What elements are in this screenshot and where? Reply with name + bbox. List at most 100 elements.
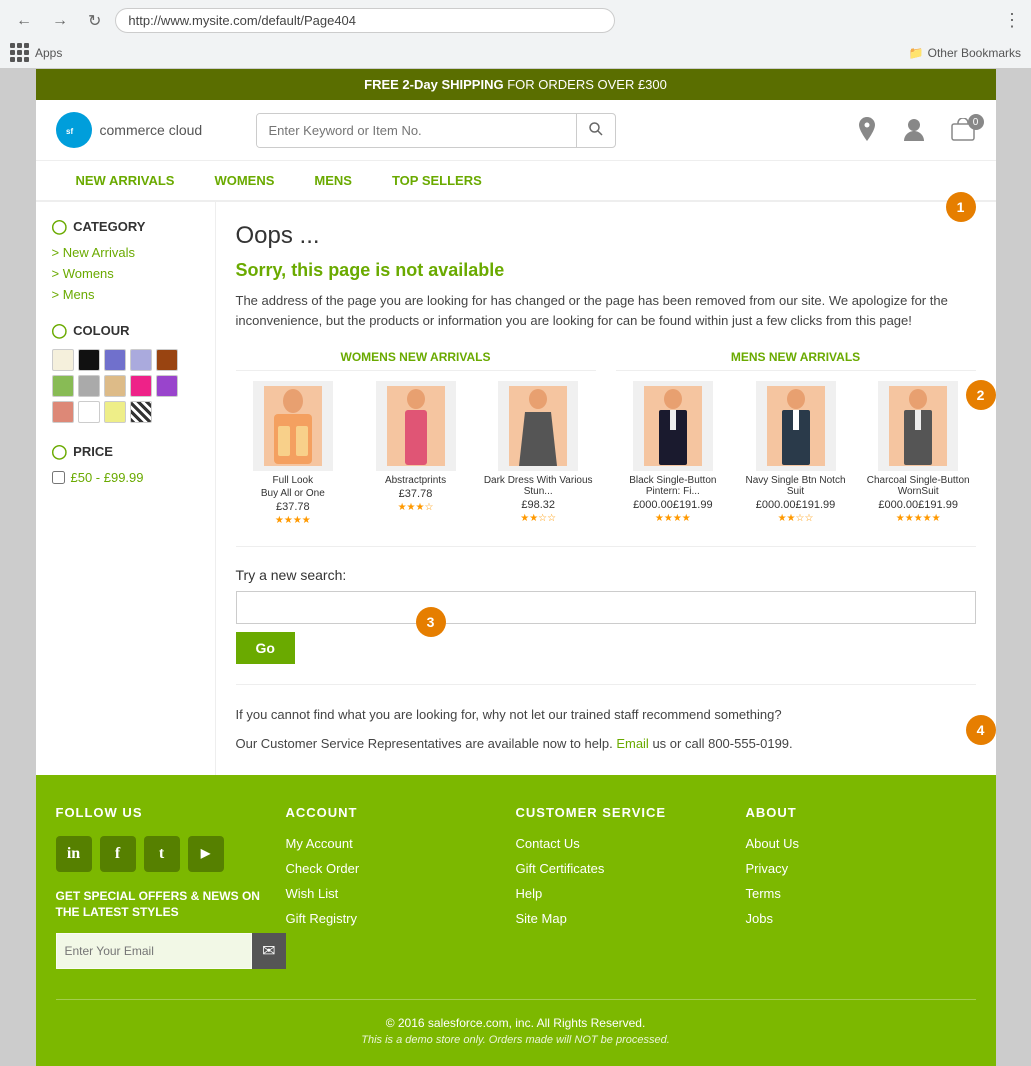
- cart-badge: 0: [968, 114, 984, 130]
- account-icon-button[interactable]: [902, 117, 926, 143]
- product-women-2-img: [376, 381, 456, 471]
- section-divider-1: [236, 546, 976, 547]
- category-icon: ◯: [52, 218, 68, 235]
- annotation-4-wrap: 4: [966, 715, 996, 745]
- product-men-2-stars: ★★☆☆: [738, 513, 853, 524]
- product-men-2[interactable]: Navy Single Btn Notch Suit £000.00£191.9…: [738, 381, 853, 524]
- product-women-1[interactable]: Full Look Buy All or One £37.78 ★★★★: [236, 381, 351, 526]
- product-men-1-img: [633, 381, 713, 471]
- nav-new-arrivals[interactable]: NEW ARRIVALS: [56, 161, 195, 200]
- swatch-green[interactable]: [52, 375, 74, 397]
- nav-mens[interactable]: MENS: [294, 161, 372, 200]
- promo-bold: FREE 2-Day SHIPPING: [364, 77, 503, 92]
- sidebar-link-mens[interactable]: Mens: [52, 287, 199, 302]
- product-men-2-name: Navy Single Btn Notch Suit: [738, 475, 853, 497]
- footer-link-privacy[interactable]: Privacy: [746, 861, 976, 876]
- footer-link-wish-list[interactable]: Wish List: [286, 886, 516, 901]
- footer-follow-title: FOLLOW US: [56, 805, 286, 820]
- product-men-3-img: [878, 381, 958, 471]
- section-divider-2: [236, 684, 976, 685]
- annotation-2: 2: [966, 380, 996, 410]
- swatch-grey[interactable]: [78, 375, 100, 397]
- cs-text-2-post: us or call 800-555-0199.: [652, 736, 792, 751]
- sidebar: ◯ CATEGORY New Arrivals Womens Mens ◯ CO…: [36, 202, 216, 775]
- facebook-icon-button[interactable]: f: [100, 836, 136, 872]
- product-men-3[interactable]: Charcoal Single-Button WornSuit £000.00£…: [861, 381, 976, 524]
- refresh-button[interactable]: ↻: [82, 9, 107, 33]
- swatch-tan[interactable]: [104, 375, 126, 397]
- nav-top-sellers[interactable]: TOP SELLERS: [372, 161, 502, 200]
- address-bar[interactable]: [115, 8, 615, 33]
- swatch-pink[interactable]: [130, 375, 152, 397]
- product-women-2[interactable]: Abstractprints £37.78 ★★★☆: [358, 381, 473, 526]
- products-wrapper: 2 WOMENS NEW ARRIVALS Full Look Bu: [236, 350, 976, 526]
- swatch-purple[interactable]: [156, 375, 178, 397]
- footer-link-gift-certs[interactable]: Gift Certificates: [516, 861, 746, 876]
- other-bookmarks: 📁 Other Bookmarks: [909, 46, 1021, 60]
- colour-section: ◯ COLOUR: [52, 322, 199, 423]
- footer-link-site-map[interactable]: Site Map: [516, 911, 746, 926]
- price-icon: ◯: [52, 443, 68, 460]
- go-button[interactable]: Go: [236, 632, 295, 664]
- newsletter-tagline: GET SPECIAL OFFERS & NEWS ON THE LATEST …: [56, 888, 286, 922]
- browser-menu-button[interactable]: ⋮: [1003, 10, 1021, 31]
- promo-text: FOR ORDERS OVER £300: [507, 77, 667, 92]
- footer-link-check-order[interactable]: Check Order: [286, 861, 516, 876]
- email-signup-button[interactable]: ✉: [252, 933, 285, 969]
- swatch-yellow[interactable]: [104, 401, 126, 423]
- cart-icon-button[interactable]: 0: [950, 118, 976, 142]
- footer-link-contact-us[interactable]: Contact Us: [516, 836, 746, 851]
- footer-link-about-us[interactable]: About Us: [746, 836, 976, 851]
- svg-text:sf: sf: [66, 127, 73, 136]
- location-icon-button[interactable]: [856, 117, 878, 143]
- annotation-4: 4: [966, 715, 996, 745]
- product-women-3[interactable]: Dark Dress With Various Stun... £98.32 ★…: [481, 381, 596, 526]
- cs-email-link[interactable]: Email: [616, 736, 649, 751]
- forward-button[interactable]: →: [46, 10, 74, 32]
- product-men-1-stars: ★★★★: [616, 513, 731, 524]
- swatch-white[interactable]: [78, 401, 100, 423]
- price-range-label[interactable]: £50 - £99.99: [71, 470, 144, 485]
- back-button[interactable]: ←: [10, 10, 38, 32]
- footer-link-gift-registry[interactable]: Gift Registry: [286, 911, 516, 926]
- twitter-icon-button[interactable]: t: [144, 836, 180, 872]
- price-checkbox[interactable]: [52, 471, 65, 484]
- swatch-brown[interactable]: [156, 349, 178, 371]
- product-men-1[interactable]: Black Single-Button Pintern: Fi... £000.…: [616, 381, 731, 524]
- swatch-black[interactable]: [78, 349, 100, 371]
- footer-link-terms[interactable]: Terms: [746, 886, 976, 901]
- social-icons: in f t ▶: [56, 836, 286, 872]
- swatch-light-blue[interactable]: [130, 349, 152, 371]
- womens-section: WOMENS NEW ARRIVALS Full Look Buy All or…: [236, 350, 596, 526]
- nav-womens[interactable]: WOMENS: [194, 161, 294, 200]
- footer-link-jobs[interactable]: Jobs: [746, 911, 976, 926]
- product-women-1-img: [253, 381, 333, 471]
- site-footer: FOLLOW US in f t ▶ GET SPECIAL OFFERS & …: [36, 775, 996, 1066]
- category-section: ◯ CATEGORY New Arrivals Womens Mens: [52, 218, 199, 302]
- annotation-2-wrap: 2: [966, 380, 996, 410]
- error-subtitle: Sorry, this page is not available: [236, 260, 976, 281]
- swatch-peach[interactable]: [52, 401, 74, 423]
- footer-link-my-account[interactable]: My Account: [286, 836, 516, 851]
- email-signup-input[interactable]: [56, 933, 253, 969]
- search-button[interactable]: [576, 114, 615, 147]
- email-signup-form: ✉: [56, 933, 286, 969]
- mens-products-grid: Black Single-Button Pintern: Fi... £000.…: [616, 381, 976, 524]
- product-women-3-price: £98.32: [481, 499, 596, 511]
- try-search-input[interactable]: [236, 591, 976, 624]
- swatch-pattern[interactable]: [130, 401, 152, 423]
- sidebar-link-new-arrivals[interactable]: New Arrivals: [52, 245, 199, 260]
- price-title: ◯ PRICE: [52, 443, 199, 460]
- swatch-cream[interactable]: [52, 349, 74, 371]
- search-input[interactable]: [257, 114, 576, 147]
- product-women-3-stars: ★★☆☆: [481, 513, 596, 524]
- youtube-icon-button[interactable]: ▶: [188, 836, 224, 872]
- product-men-1-name: Black Single-Button Pintern: Fi...: [616, 475, 731, 497]
- linkedin-icon-button[interactable]: in: [56, 836, 92, 872]
- site-header: sf commerce cloud: [36, 100, 996, 161]
- footer-link-help[interactable]: Help: [516, 886, 746, 901]
- sidebar-link-womens[interactable]: Womens: [52, 266, 199, 281]
- product-women-2-price: £37.78: [358, 488, 473, 500]
- logo-wrap[interactable]: sf commerce cloud: [56, 112, 236, 148]
- swatch-blue-purple[interactable]: [104, 349, 126, 371]
